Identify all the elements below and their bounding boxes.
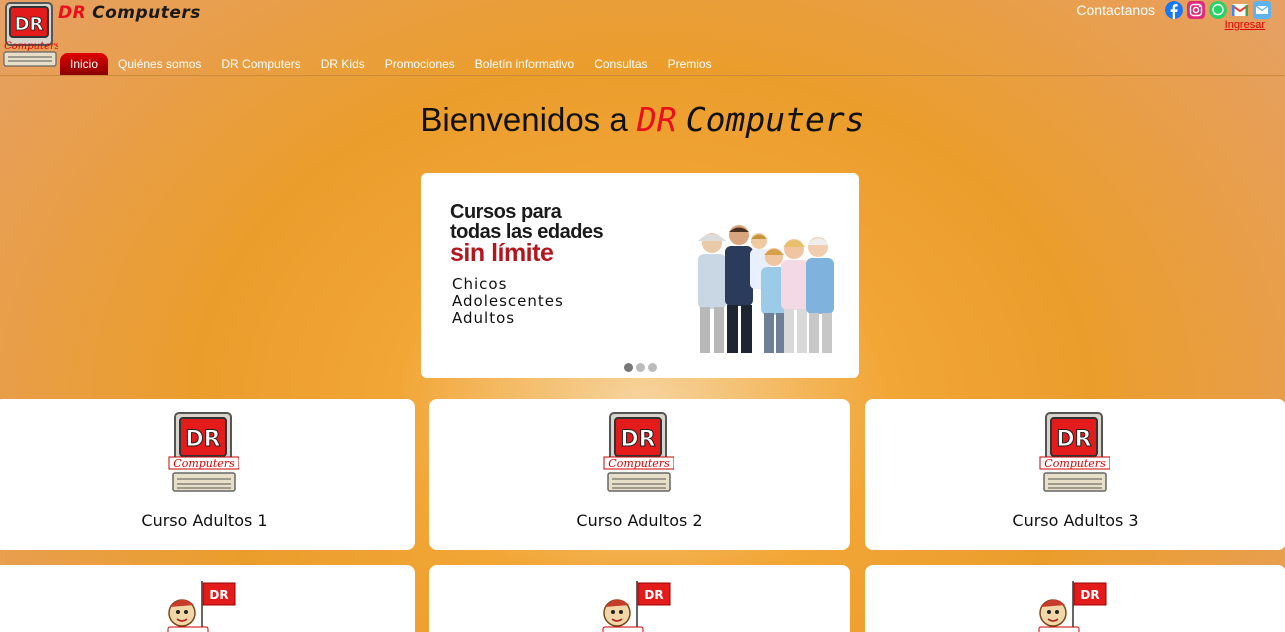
carousel-indicators [421, 363, 859, 372]
carousel-dot[interactable] [623, 363, 633, 372]
nav-dr-computers[interactable]: DR Computers [211, 53, 310, 75]
course-card[interactable]: Curso Adultos 1 [0, 399, 415, 550]
dr-computers-logo [1038, 411, 1110, 495]
brand-name: DR Computers [58, 3, 201, 23]
contact-label: Contactanos [1076, 2, 1155, 18]
course-card[interactable]: Curso Adultos 2 [429, 399, 850, 550]
slide-audience-list: Chicos Adolescentes Adultos [452, 276, 564, 327]
course-title: Curso Adultos 1 [141, 511, 268, 530]
slide-audience-item: Adolescentes [452, 292, 564, 310]
nav-premios[interactable]: Premios [658, 53, 722, 75]
course-title: Curso Adultos 3 [1012, 511, 1139, 530]
course-card[interactable]: Curso Adultos 3 [865, 399, 1285, 550]
login-link[interactable]: Ingresar [1225, 19, 1265, 31]
welcome-dr: DR [636, 100, 677, 139]
nav-dr-kids[interactable]: DR Kids [311, 53, 375, 75]
family-photo [698, 225, 834, 353]
dr-computers-logo[interactable]: DR Computers [2, 2, 58, 68]
contact-bar: Contactanos [1076, 0, 1271, 20]
promo-carousel[interactable]: Cursos para todas las edades sin límite … [421, 173, 859, 378]
kids-course-card[interactable] [429, 565, 850, 632]
dr-kids-logo [162, 579, 238, 632]
facebook-icon[interactable] [1165, 1, 1183, 19]
slide-headline: Cursos para todas las edades [450, 201, 604, 242]
kids-course-card[interactable] [865, 565, 1285, 632]
slide-highlight: sin límite [450, 239, 554, 267]
slide-line-1: Cursos para [450, 201, 562, 223]
instagram-icon[interactable] [1187, 1, 1205, 19]
site-header: DR Computers DR Computers Inicio Quiénes… [0, 0, 1285, 76]
dr-computers-logo [167, 411, 239, 495]
whatsapp-icon[interactable] [1209, 1, 1227, 19]
nav-consultas[interactable]: Consultas [584, 53, 657, 75]
email-icon[interactable] [1253, 1, 1271, 19]
svg-text:Computers: Computers [4, 41, 58, 52]
welcome-prefix: Bienvenidos a [420, 101, 628, 138]
dr-kids-logo [1033, 579, 1109, 632]
main-nav: Inicio Quiénes somos DR Computers DR Kid… [60, 53, 722, 75]
gmail-icon[interactable] [1231, 1, 1249, 19]
carousel-dot[interactable] [647, 363, 657, 372]
kids-course-card[interactable] [0, 565, 415, 632]
brand-computers: Computers [92, 3, 201, 23]
svg-text:DR: DR [15, 14, 44, 35]
nav-promociones[interactable]: Promociones [375, 53, 465, 75]
slide-audience-item: Adultos [452, 309, 516, 327]
course-title: Curso Adultos 2 [576, 511, 703, 530]
nav-boletin[interactable]: Boletín informativo [465, 53, 584, 75]
nav-quienes-somos[interactable]: Quiénes somos [108, 53, 211, 75]
nav-inicio[interactable]: Inicio [60, 53, 109, 75]
welcome-title: Bienvenidos a DR Computers [0, 100, 1285, 139]
brand-dr: DR [58, 3, 87, 23]
slide-audience-item: Chicos [452, 275, 508, 293]
carousel-dot[interactable] [635, 363, 645, 372]
welcome-computers: Computers [685, 100, 865, 139]
dr-computers-logo [602, 411, 674, 495]
dr-kids-logo [597, 579, 673, 632]
